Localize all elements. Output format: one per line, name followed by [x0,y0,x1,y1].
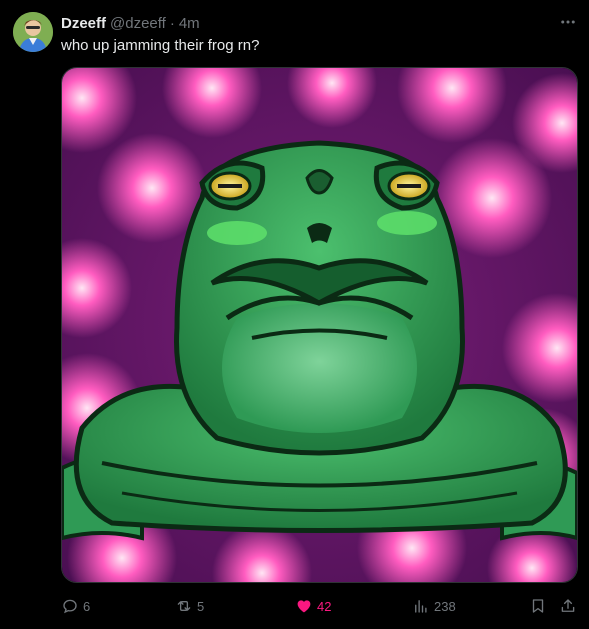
share-button[interactable] [559,594,577,618]
bookmark-button[interactable] [529,594,547,618]
tweet-text: who up jamming their frog rn? [61,37,260,54]
frog-image [62,68,577,582]
like-button[interactable]: 42 [295,594,331,618]
bookmark-icon [532,599,544,613]
user-handle[interactable]: @dzeeff [110,15,166,32]
tweet-header: Dzeeff @dzeeff · 4m [61,13,200,33]
view-count: 238 [434,598,456,614]
like-count: 42 [317,598,332,614]
reply-icon [63,599,77,614]
like-icon [297,600,311,613]
avatar[interactable] [13,12,53,52]
more-options-button[interactable] [556,12,580,32]
share-icon [561,599,575,612]
retweet-button[interactable]: 5 [175,594,204,618]
display-name[interactable]: Dzeeff [61,15,106,32]
retweet-icon [177,600,191,612]
separator-dot: · [169,14,175,32]
more-icon [561,20,575,24]
action-bar: 6 5 42 238 [61,594,578,618]
views-button[interactable]: 238 [412,594,456,618]
views-icon [415,600,427,613]
tweet-image[interactable] [61,67,578,583]
timestamp[interactable]: 4m [179,15,200,32]
reply-count: 6 [83,598,91,614]
reply-button[interactable]: 6 [61,594,90,618]
retweet-count: 5 [197,598,205,614]
